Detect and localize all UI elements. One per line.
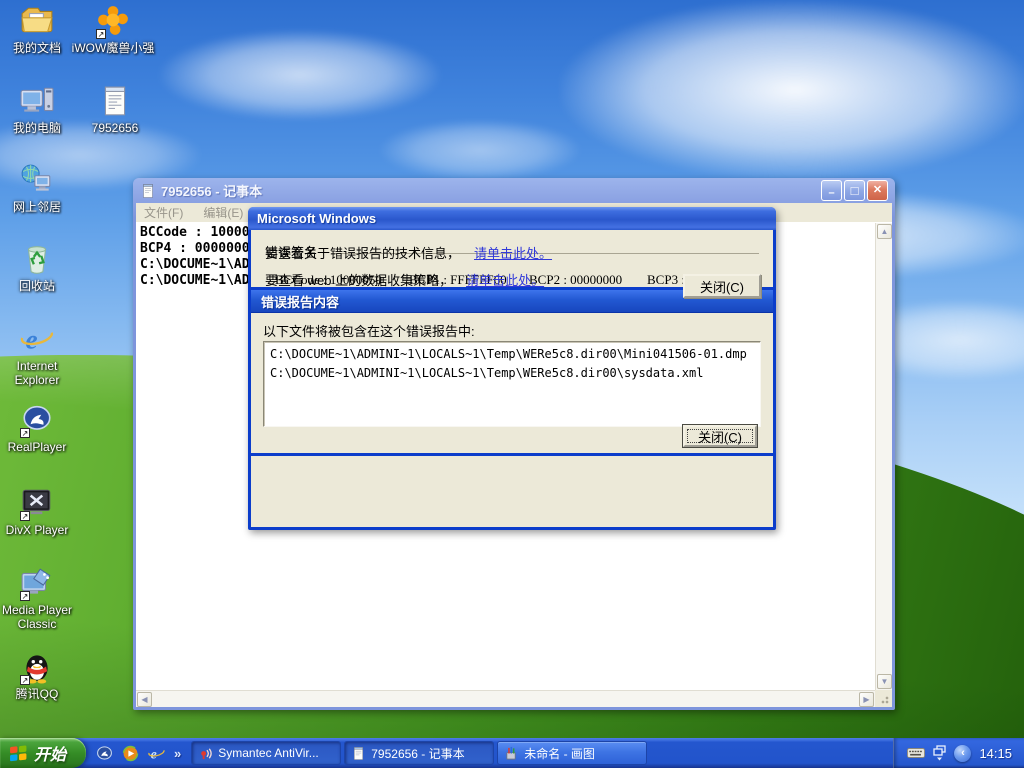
taskbar-item-label: Symantec AntiVir... xyxy=(218,746,319,760)
system-tray: 14:15 xyxy=(893,738,1024,768)
shortcut-arrow-icon xyxy=(20,591,30,601)
notepad-titlebar[interactable]: 7952656 - 记事本 xyxy=(136,178,892,203)
notepad-title-icon xyxy=(140,183,156,199)
recycle-bin-icon xyxy=(19,242,55,278)
tech-info-text: 要查看关于错误报告的技术信息， xyxy=(265,243,460,262)
close-button[interactable] xyxy=(867,180,888,201)
shortcut-arrow-icon xyxy=(20,428,30,438)
desktop-icon-file-7952656[interactable]: 7952656 xyxy=(73,84,157,135)
realplayer-icon xyxy=(19,403,55,439)
cloud xyxy=(560,0,1024,180)
cloud xyxy=(380,120,580,180)
scroll-up-icon[interactable]: ▲ xyxy=(877,224,892,239)
taskbar-item-notepad[interactable]: 7952656 - 记事本 xyxy=(344,741,494,765)
desktop-icon-label: RealPlayer xyxy=(0,440,79,454)
desktop-icon-label: 腾讯QQ xyxy=(0,687,79,701)
quicklaunch-realplayer-icon[interactable] xyxy=(96,745,113,762)
shortcut-arrow-icon xyxy=(20,675,30,685)
dialog-body: 错误签名 BCCode : 10000050 BCP1 : FFFFFF60 B… xyxy=(251,230,773,527)
cloud xyxy=(160,30,440,120)
taskbar-clock: 14:15 xyxy=(979,746,1012,761)
desktop-icon-label: Media Player Classic xyxy=(0,603,79,631)
close-panel-button[interactable]: 关闭(C) xyxy=(683,425,757,447)
desktop-icon-realplayer[interactable]: RealPlayer xyxy=(0,403,79,454)
menu-file[interactable]: 文件(F) xyxy=(144,204,183,221)
desktop-icon-media-player-classic[interactable]: Media Player Classic xyxy=(0,566,79,631)
notepad-file-icon xyxy=(97,84,133,120)
start-button[interactable]: 开始 xyxy=(0,738,86,768)
minimize-button[interactable] xyxy=(821,180,842,201)
svg-text:e: e xyxy=(151,746,157,761)
shortcut-arrow-icon xyxy=(96,29,106,39)
error-report-dialog: Microsoft Windows 错误签名 BCCode : 10000050… xyxy=(248,207,776,530)
web-policy-text: 要查看 web 上的数据收集策略， xyxy=(265,270,452,289)
svg-text:e: e xyxy=(25,324,37,355)
desktop-icon-label: 我的电脑 xyxy=(0,121,79,135)
error-report-contents-panel: 错误报告内容 以下文件将被包含在这个错误报告中: C:\DOCUME~1\ADM… xyxy=(251,287,773,456)
my-documents-icon xyxy=(19,4,55,40)
desktop-icon-tencent-qq[interactable]: 腾讯QQ xyxy=(0,650,79,701)
internet-explorer-icon: e xyxy=(19,322,55,358)
dialog-titlebar[interactable]: Microsoft Windows xyxy=(248,207,776,230)
files-included-label: 以下文件将被包含在这个错误报告中: xyxy=(263,321,761,340)
desktop-icon-my-computer[interactable]: 我的电脑 xyxy=(0,84,79,135)
taskbar-item-label: 未命名 - 画图 xyxy=(524,745,595,762)
taskbar-item-label: 7952656 - 记事本 xyxy=(371,745,464,762)
taskbar: 开始 e » Symantec AntiVir... 7952656 - 记事本… xyxy=(0,738,1024,768)
web-policy-link[interactable]: 请单击此处。 xyxy=(466,270,544,289)
desktop-icon-label: DivX Player xyxy=(0,523,79,537)
scroll-left-icon[interactable]: ◀ xyxy=(137,692,152,707)
scroll-down-icon[interactable]: ▼ xyxy=(877,674,892,689)
quicklaunch-internet-explorer-icon[interactable]: e xyxy=(148,745,165,762)
desktop-icon-label: Internet Explorer xyxy=(0,359,79,387)
keyboard-tray-icon[interactable] xyxy=(907,746,925,760)
desktop-icon-label: 回收站 xyxy=(0,279,79,293)
notepad-task-icon xyxy=(351,746,366,761)
language-bar-tray-icon[interactable] xyxy=(933,745,946,761)
maximize-button[interactable] xyxy=(844,180,865,201)
network-places-icon xyxy=(19,163,55,199)
quick-launch-bar: e » xyxy=(94,738,191,768)
shortcut-arrow-icon xyxy=(20,511,30,521)
menu-edit[interactable]: 编辑(E) xyxy=(203,204,243,221)
paint-icon xyxy=(504,746,519,761)
iwow-icon xyxy=(95,4,131,40)
quicklaunch-media-player-icon[interactable] xyxy=(122,745,139,762)
desktop-icon-network-places[interactable]: 网上邻居 xyxy=(0,163,79,214)
taskbar-item-symantec[interactable]: Symantec AntiVir... xyxy=(191,741,341,765)
desktop-icon-iwow[interactable]: iWOW魔兽小强 xyxy=(71,4,155,55)
windows-flag-icon xyxy=(9,744,28,763)
hide-tray-icons-chevron[interactable] xyxy=(954,745,971,762)
taskbar-tasks: Symantec AntiVir... 7952656 - 记事本 未命名 - … xyxy=(191,738,647,768)
desktop-icon-label: 我的文档 xyxy=(0,41,79,55)
symantec-icon xyxy=(198,746,213,761)
media-player-classic-icon xyxy=(19,566,55,602)
desktop-icon-my-documents[interactable]: 我的文档 xyxy=(0,4,79,55)
desktop-icon-divx-player[interactable]: DivX Player xyxy=(0,486,79,537)
taskbar-item-paint[interactable]: 未命名 - 画图 xyxy=(497,741,647,765)
dialog-title: Microsoft Windows xyxy=(257,211,376,226)
vertical-scrollbar[interactable]: ▲ ▼ xyxy=(875,223,892,690)
my-computer-icon xyxy=(19,84,55,120)
scroll-right-icon[interactable]: ▶ xyxy=(859,692,874,707)
desktop-icon-recycle-bin[interactable]: 回收站 xyxy=(0,242,79,293)
desktop-icon-label: iWOW魔兽小强 xyxy=(71,41,155,55)
close-dialog-button[interactable]: 关闭(C) xyxy=(683,274,761,298)
horizontal-scrollbar[interactable]: ◀ ▶ xyxy=(136,690,875,707)
qq-penguin-icon xyxy=(19,650,55,686)
files-listbox[interactable]: C:\DOCUME~1\ADMINI~1\LOCALS~1\Temp\WERe5… xyxy=(263,341,761,427)
desktop-icon-label: 网上邻居 xyxy=(0,200,79,214)
file-path: C:\DOCUME~1\ADMINI~1\LOCALS~1\Temp\WERe5… xyxy=(270,364,754,383)
bcp2-value: BCP2 : 00000000 xyxy=(529,272,647,288)
file-path: C:\DOCUME~1\ADMINI~1\LOCALS~1\Temp\WERe5… xyxy=(270,345,754,364)
resize-grip[interactable] xyxy=(875,690,892,707)
tech-info-link[interactable]: 请单击此处。 xyxy=(474,243,552,262)
desktop-icon-internet-explorer[interactable]: e Internet Explorer xyxy=(0,322,79,387)
divx-player-icon xyxy=(19,486,55,522)
desktop-icon-label: 7952656 xyxy=(73,121,157,135)
start-button-label: 开始 xyxy=(34,741,66,765)
notepad-window-title: 7952656 - 记事本 xyxy=(161,181,821,200)
quick-launch-overflow-chevron[interactable]: » xyxy=(174,746,181,761)
